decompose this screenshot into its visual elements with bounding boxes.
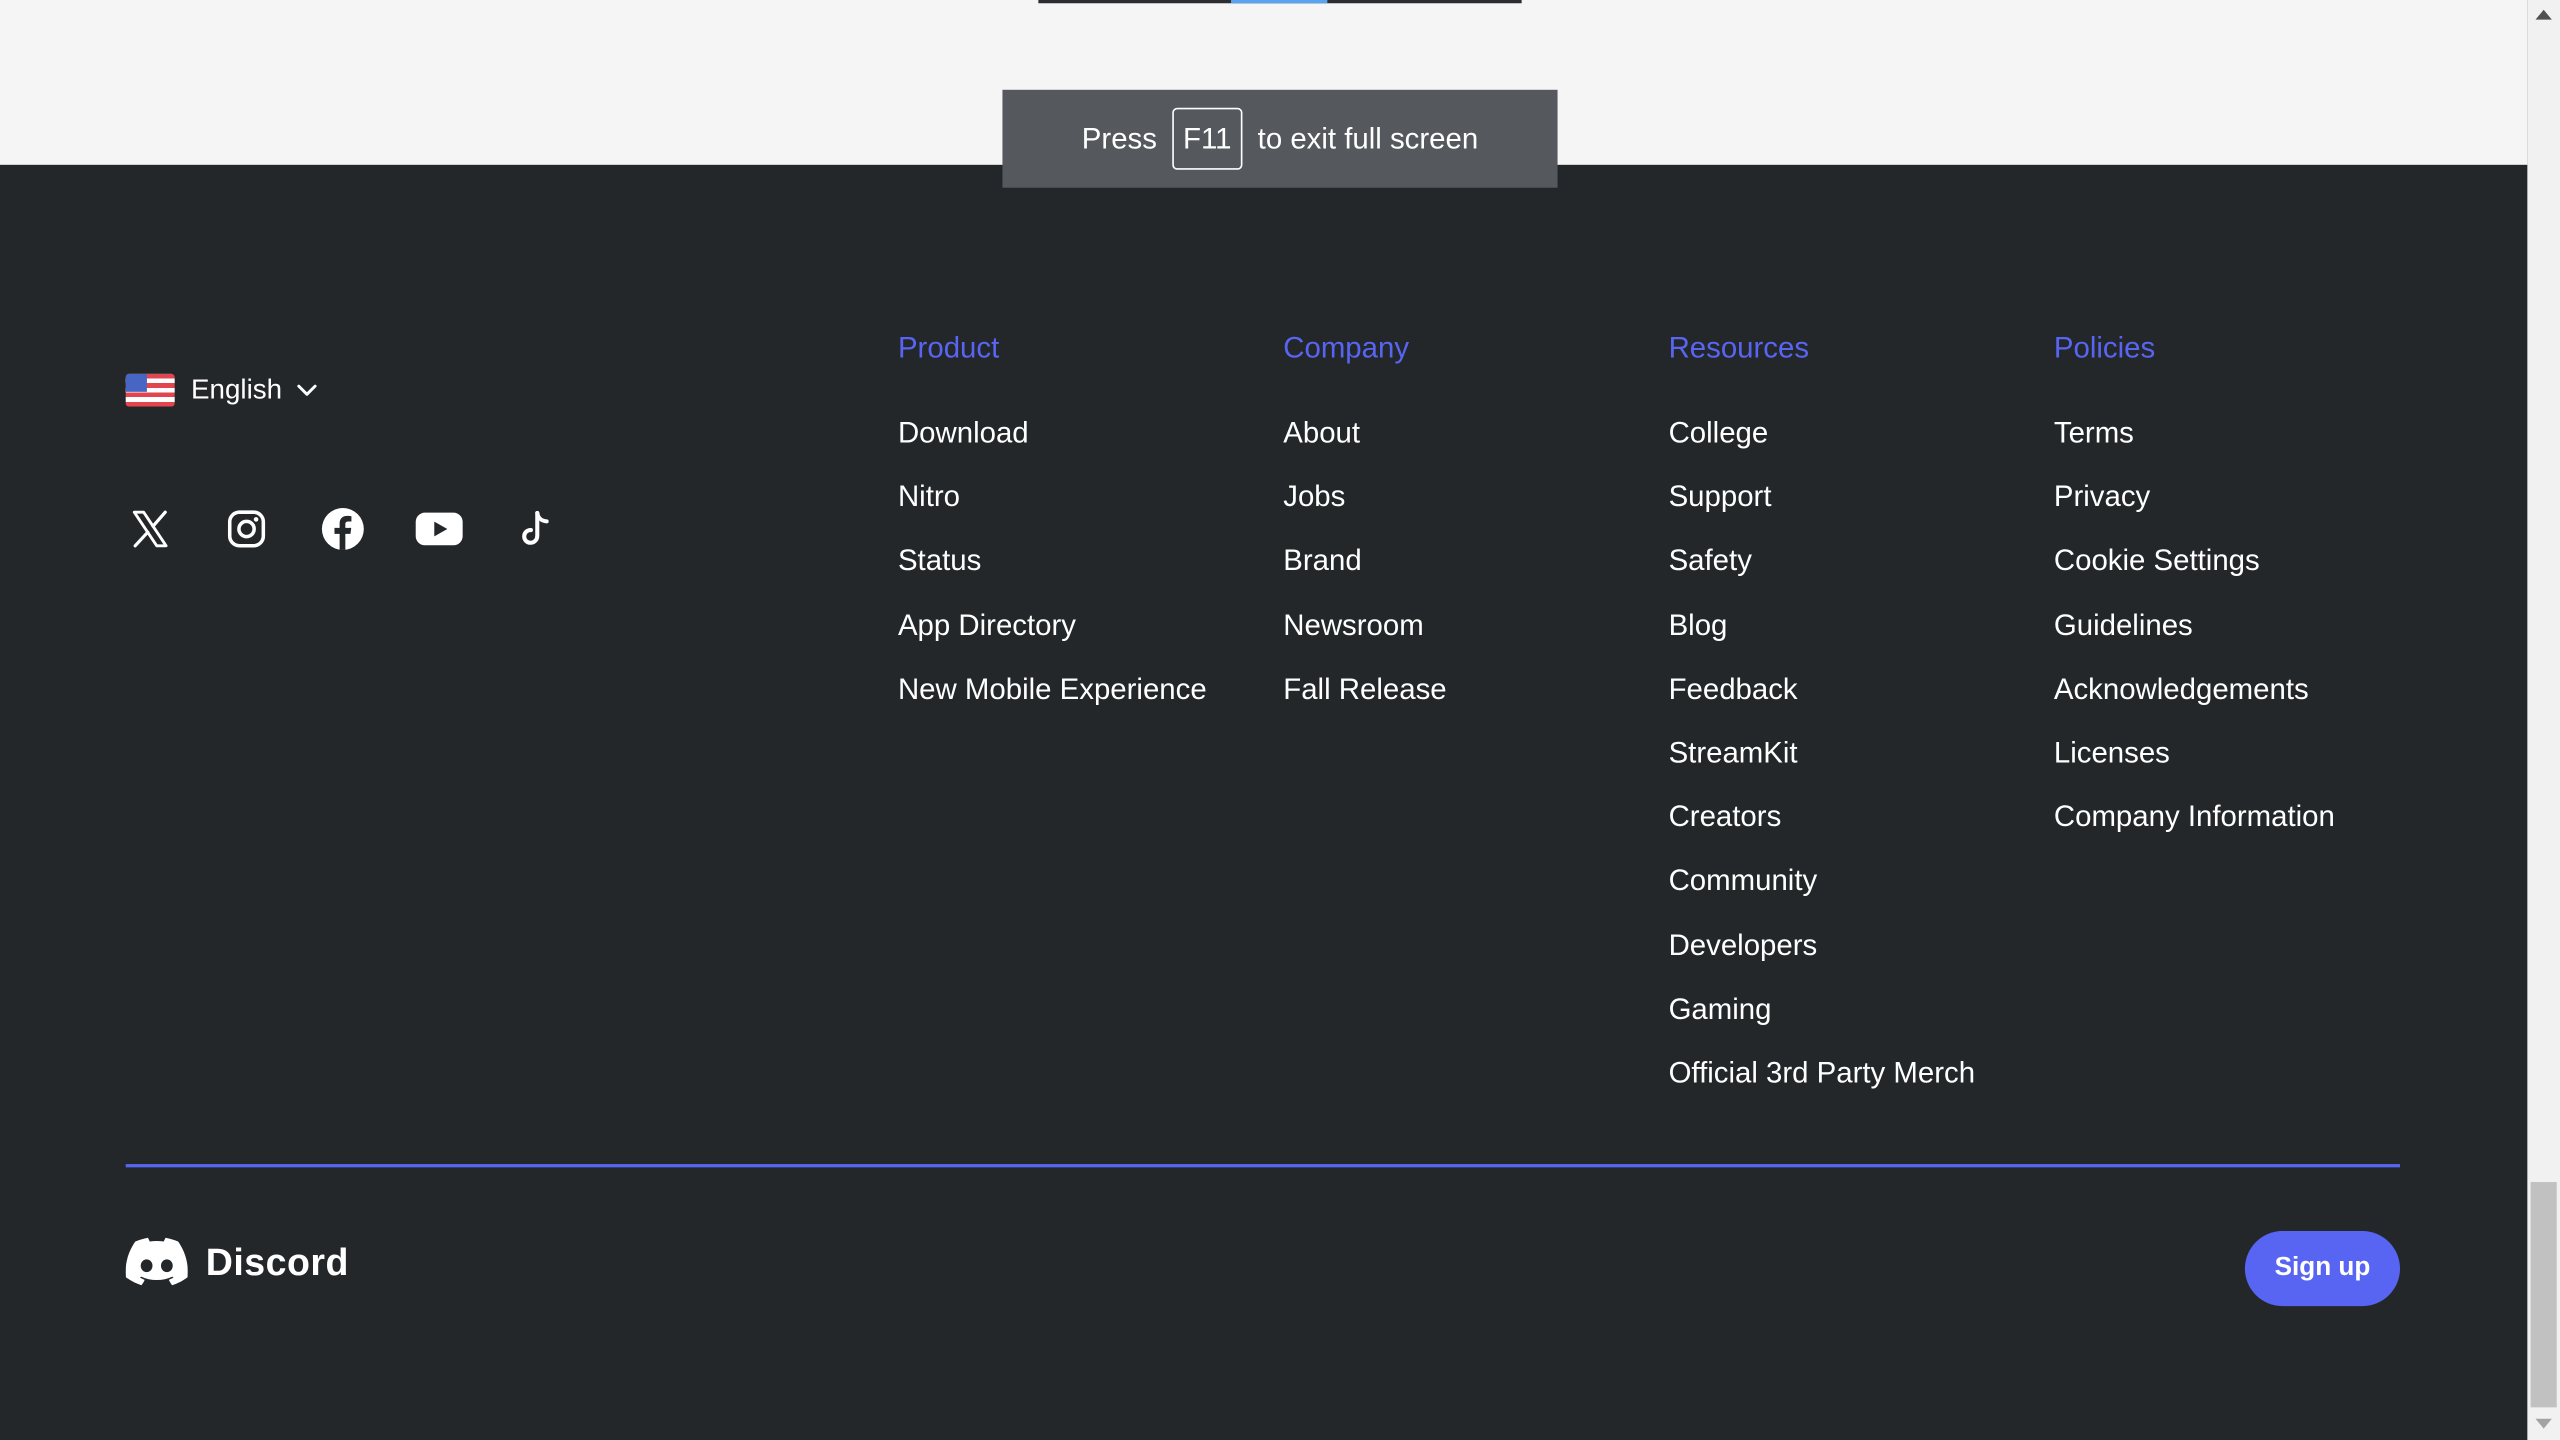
fullscreen-notice-suffix: to exit full screen <box>1257 121 1479 155</box>
footer-column-policies: Policies Terms Privacy Cookie Settings G… <box>2054 327 2335 863</box>
sign-up-button[interactable]: Sign up <box>2244 1231 2400 1307</box>
tiktok-icon[interactable] <box>511 504 560 553</box>
discord-logo-icon <box>125 1237 188 1286</box>
footer-link-streamkit[interactable]: StreamKit <box>1669 735 1976 799</box>
footer-column-resources: Resources College Support Safety Blog Fe… <box>1669 327 1976 1119</box>
scroll-down-arrow-icon[interactable] <box>2535 1418 2552 1429</box>
scrollbar-thumb[interactable] <box>2530 1182 2557 1408</box>
footer-link-app-directory[interactable]: App Directory <box>898 607 1207 671</box>
footer-link-download[interactable]: Download <box>898 415 1207 479</box>
discord-wordmark: Discord <box>205 1240 349 1283</box>
footer-link-terms[interactable]: Terms <box>2054 415 2335 479</box>
youtube-icon[interactable] <box>415 504 464 553</box>
footer-link-fall-release[interactable]: Fall Release <box>1283 671 1446 735</box>
footer-link-official-merch[interactable]: Official 3rd Party Merch <box>1669 1054 1976 1118</box>
footer-link-nitro[interactable]: Nitro <box>898 479 1207 543</box>
footer-link-feedback[interactable]: Feedback <box>1669 671 1976 735</box>
language-label: English <box>191 373 283 405</box>
footer-link-safety[interactable]: Safety <box>1669 543 1976 607</box>
language-selector[interactable]: English <box>125 373 318 407</box>
chevron-down-icon <box>296 384 317 396</box>
footer-link-newsroom[interactable]: Newsroom <box>1283 607 1446 671</box>
footer-divider <box>125 1164 2400 1168</box>
footer-link-cookie-settings[interactable]: Cookie Settings <box>2054 543 2335 607</box>
footer-link-support[interactable]: Support <box>1669 479 1976 543</box>
footer-link-gaming[interactable]: Gaming <box>1669 991 1976 1055</box>
footer-column-product: Product Download Nitro Status App Direct… <box>898 327 1207 735</box>
footer-link-new-mobile-experience[interactable]: New Mobile Experience <box>898 671 1207 735</box>
footer-column-company: Company About Jobs Brand Newsroom Fall R… <box>1283 327 1446 735</box>
column-title-resources: Resources <box>1668 331 1810 365</box>
footer-link-licenses[interactable]: Licenses <box>2054 735 2335 799</box>
footer-link-blog[interactable]: Blog <box>1669 607 1976 671</box>
fullscreen-notice-prefix: Press <box>1081 121 1157 155</box>
x-twitter-icon[interactable] <box>126 504 175 553</box>
fullscreen-notice: Press F11 to exit full screen <box>1002 89 1558 188</box>
footer-link-status[interactable]: Status <box>898 543 1207 607</box>
facebook-icon[interactable] <box>318 504 367 553</box>
footer-link-guidelines[interactable]: Guidelines <box>2054 607 2335 671</box>
footer-link-privacy[interactable]: Privacy <box>2054 479 2335 543</box>
footer-link-community[interactable]: Community <box>1669 863 1976 927</box>
footer-link-brand[interactable]: Brand <box>1283 543 1446 607</box>
top-divider-accent <box>1231 0 1328 4</box>
footer-link-college[interactable]: College <box>1669 415 1976 479</box>
footer-link-about[interactable]: About <box>1283 415 1446 479</box>
footer-link-creators[interactable]: Creators <box>1669 799 1976 863</box>
us-flag-icon <box>125 373 175 407</box>
footer-link-developers[interactable]: Developers <box>1669 927 1976 991</box>
column-title-company: Company <box>1283 331 1410 365</box>
instagram-icon[interactable] <box>222 504 271 553</box>
scroll-up-arrow-icon[interactable] <box>2535 9 2552 20</box>
footer-link-company-information[interactable]: Company Information <box>2054 799 2335 863</box>
browser-viewport: Press F11 to exit full screen English Pr… <box>0 0 2560 1440</box>
footer-link-acknowledgements[interactable]: Acknowledgements <box>2054 671 2335 735</box>
f11-key-badge: F11 <box>1171 107 1243 170</box>
footer-link-jobs[interactable]: Jobs <box>1283 479 1446 543</box>
column-title-product: Product <box>897 331 1000 365</box>
discord-home-link[interactable]: Discord <box>125 1237 349 1287</box>
column-title-policies: Policies <box>2053 331 2156 365</box>
social-links <box>126 504 560 553</box>
